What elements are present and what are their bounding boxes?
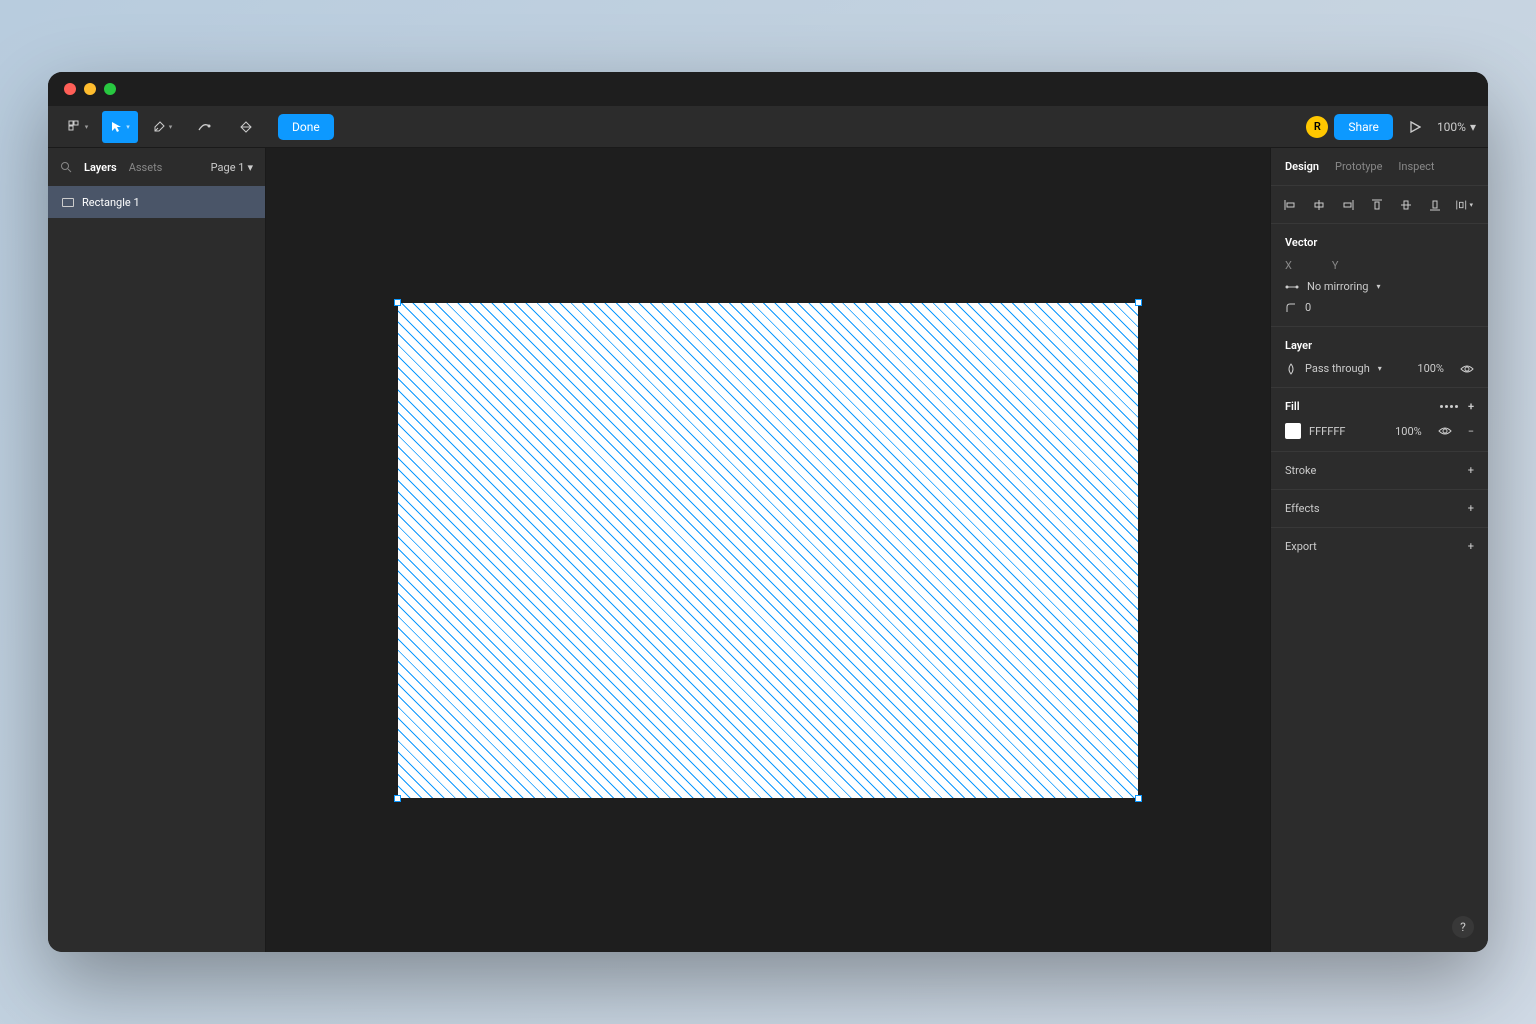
mirror-icon [1285, 283, 1299, 291]
align-top-button[interactable] [1368, 196, 1386, 214]
zoom-dropdown[interactable]: 100% ▾ [1437, 120, 1476, 134]
user-avatar[interactable]: R [1306, 116, 1328, 138]
toolbar: ▾ ▾ ▾ Done R Share [48, 106, 1488, 148]
align-vcenter-button[interactable] [1397, 196, 1415, 214]
paint-bucket-tool-button[interactable] [228, 111, 264, 143]
resize-handle-tl[interactable] [394, 299, 401, 306]
layer-section: Layer Pass through ▾ 100% [1271, 327, 1488, 388]
align-right-button[interactable] [1339, 196, 1357, 214]
distribute-button[interactable]: ▾ [1455, 196, 1473, 214]
export-title: Export [1285, 540, 1317, 553]
y-label[interactable]: Y [1332, 259, 1339, 272]
align-bottom-button[interactable] [1426, 196, 1444, 214]
app-window: ▾ ▾ ▾ Done R Share [48, 72, 1488, 952]
done-button[interactable]: Done [278, 114, 334, 140]
export-section[interactable]: Export + [1271, 528, 1488, 565]
layer-title: Layer [1285, 339, 1474, 352]
alignment-row: ▾ [1271, 186, 1488, 224]
page-selector[interactable]: Page 1 ▾ [211, 161, 253, 174]
maximize-window-button[interactable] [104, 83, 116, 95]
titlebar [48, 72, 1488, 106]
selected-rectangle[interactable] [398, 303, 1138, 798]
resize-handle-tr[interactable] [1135, 299, 1142, 306]
fill-title: Fill [1285, 400, 1300, 413]
right-panel: Design Prototype Inspect ▾ Vector X Y [1270, 148, 1488, 952]
fill-hex[interactable]: FFFFFF [1309, 425, 1345, 438]
tab-prototype[interactable]: Prototype [1335, 160, 1382, 173]
fill-styles-button[interactable] [1440, 405, 1458, 408]
remove-fill-button[interactable]: − [1468, 425, 1474, 438]
left-panel-header: Layers Assets Page 1 ▾ [48, 148, 265, 186]
resize-handle-bl[interactable] [394, 795, 401, 802]
toolbar-left: ▾ ▾ ▾ Done [60, 111, 334, 143]
help-button[interactable]: ? [1452, 916, 1474, 938]
mirroring-dropdown[interactable]: No mirroring ▾ [1285, 280, 1474, 293]
zoom-value: 100% [1437, 120, 1466, 134]
tab-layers[interactable]: Layers [84, 161, 117, 174]
add-stroke-button[interactable]: + [1468, 464, 1474, 477]
fill-color-swatch[interactable] [1285, 423, 1301, 439]
blend-icon [1285, 363, 1297, 375]
mirroring-value: No mirroring [1307, 280, 1368, 293]
tab-inspect[interactable]: Inspect [1398, 160, 1434, 173]
stroke-title: Stroke [1285, 464, 1316, 477]
layer-name: Rectangle 1 [82, 196, 140, 209]
fill-visibility-toggle[interactable] [1438, 426, 1452, 436]
fill-opacity[interactable]: 100% [1395, 425, 1422, 438]
visibility-toggle[interactable] [1460, 364, 1474, 374]
add-fill-button[interactable]: + [1468, 400, 1474, 413]
blend-value: Pass through [1305, 362, 1370, 375]
tab-design[interactable]: Design [1285, 160, 1319, 173]
canvas[interactable] [266, 148, 1270, 952]
chevron-down-icon: ▾ [1378, 364, 1382, 373]
radius-value: 0 [1305, 301, 1311, 314]
right-panel-tabs: Design Prototype Inspect [1271, 148, 1488, 186]
close-window-button[interactable] [64, 83, 76, 95]
main-area: Layers Assets Page 1 ▾ Rectangle 1 [48, 148, 1488, 952]
share-button[interactable]: Share [1334, 114, 1393, 140]
stroke-section[interactable]: Stroke + [1271, 452, 1488, 490]
corner-radius-icon [1285, 302, 1297, 314]
layer-opacity[interactable]: 100% [1417, 362, 1444, 375]
bend-tool-button[interactable] [186, 111, 222, 143]
chevron-down-icon: ▾ [1470, 120, 1476, 134]
page-label: Page 1 [211, 161, 245, 174]
align-hcenter-button[interactable] [1310, 196, 1328, 214]
effects-title: Effects [1285, 502, 1320, 515]
fill-row: FFFFFF 100% − [1285, 423, 1474, 439]
fill-section: Fill + FFFFFF 100% − [1271, 388, 1488, 452]
left-panel: Layers Assets Page 1 ▾ Rectangle 1 [48, 148, 266, 952]
tab-assets[interactable]: Assets [129, 161, 163, 174]
chevron-down-icon: ▾ [1376, 282, 1380, 291]
present-button[interactable] [1399, 121, 1431, 133]
resize-handle-br[interactable] [1135, 795, 1142, 802]
layer-item[interactable]: Rectangle 1 [48, 186, 265, 218]
effects-section[interactable]: Effects + [1271, 490, 1488, 528]
frame-icon [62, 198, 74, 207]
align-left-button[interactable] [1281, 196, 1299, 214]
move-tool-button[interactable]: ▾ [102, 111, 138, 143]
search-icon[interactable] [60, 161, 72, 173]
x-label[interactable]: X [1285, 259, 1292, 272]
main-menu-button[interactable]: ▾ [60, 111, 96, 143]
chevron-down-icon: ▾ [247, 161, 253, 174]
pen-tool-button[interactable]: ▾ [144, 111, 180, 143]
corner-radius-input[interactable]: 0 [1285, 301, 1474, 314]
vector-section: Vector X Y No mirroring ▾ 0 [1271, 224, 1488, 327]
vector-title: Vector [1285, 236, 1474, 249]
toolbar-right: R Share 100% ▾ [1306, 114, 1476, 140]
blend-mode-row[interactable]: Pass through ▾ 100% [1285, 362, 1474, 375]
add-effect-button[interactable]: + [1468, 502, 1474, 515]
coord-row: X Y [1285, 259, 1474, 272]
minimize-window-button[interactable] [84, 83, 96, 95]
add-export-button[interactable]: + [1468, 540, 1474, 553]
